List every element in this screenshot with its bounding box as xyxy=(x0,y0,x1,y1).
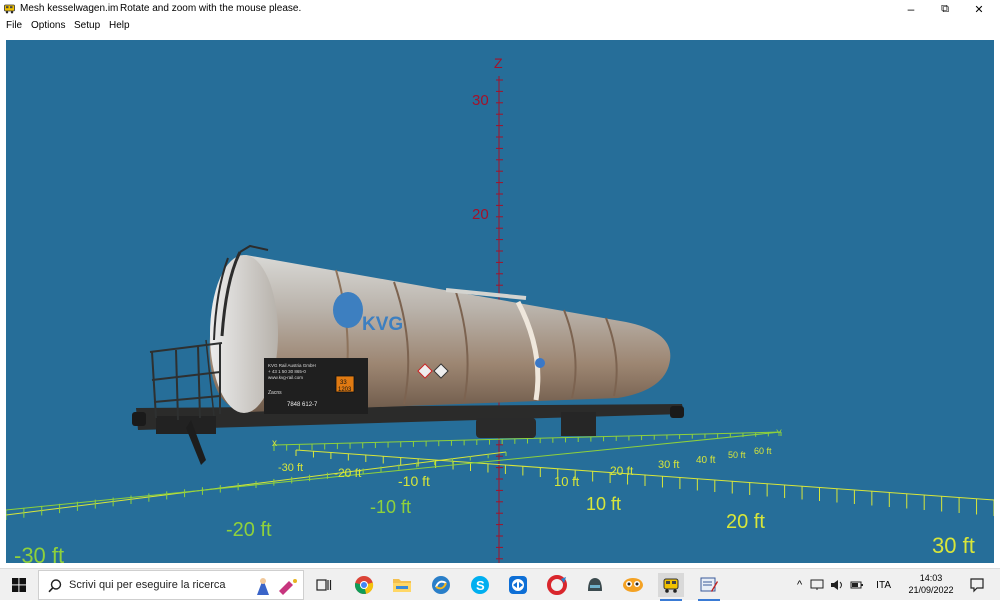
search-placeholder: Scrivi qui per eseguire la ricerca xyxy=(69,579,226,591)
close-button[interactable]: ✕ xyxy=(962,0,996,18)
menu-bar: File Options Setup Help xyxy=(0,18,1000,34)
svg-text:+ 43 1 50 30 865-0: + 43 1 50 30 865-0 xyxy=(268,369,306,374)
minimize-icon: – xyxy=(907,2,915,16)
minimize-button[interactable]: – xyxy=(894,0,928,18)
title-bar: Mesh kesselwagen.im Rotate and zoom with… xyxy=(0,0,1000,18)
taskbar-app-sync[interactable] xyxy=(428,573,454,597)
tray-expand-icon[interactable]: ^ xyxy=(797,579,802,591)
mesh-viewer-icon xyxy=(663,578,679,593)
language-indicator[interactable]: ITA xyxy=(876,580,891,591)
y-axis-label: Y xyxy=(776,428,782,438)
restore-button[interactable]: ⧉ xyxy=(928,0,962,18)
x-label-20: 20 ft xyxy=(726,511,765,533)
taskbar-app-editor[interactable] xyxy=(696,573,722,601)
task-view-icon xyxy=(316,579,332,591)
sync-app-icon xyxy=(432,576,450,594)
teamviewer-icon xyxy=(509,576,527,594)
eyes-app-icon xyxy=(623,578,643,592)
y-label-60: 60 ft xyxy=(754,446,772,456)
taskbar-app-eyes[interactable] xyxy=(620,573,646,597)
taskbar-mesh-viewer[interactable] xyxy=(658,573,684,601)
start-button[interactable] xyxy=(0,569,38,601)
x-label-10: 10 ft xyxy=(586,494,621,514)
wagon-number: 7848 612-7 xyxy=(287,402,318,408)
x-label-30: 30 ft xyxy=(932,533,975,558)
system-tray: ^ ITA xyxy=(797,569,891,601)
windows-taskbar: Scrivi qui per eseguire la ricerca S ^ I… xyxy=(0,568,1000,601)
scene-canvas: Z 30 20 x Y -30 ft -20 ft -10 ft 10 ft 2… xyxy=(6,55,994,563)
z-tick-label-20: 20 xyxy=(472,206,489,223)
restore-icon: ⧉ xyxy=(941,2,949,15)
search-box[interactable]: Scrivi qui per eseguire la ricerca xyxy=(38,570,304,600)
y-label-30: 30 ft xyxy=(658,459,679,471)
window-title-filename: Mesh kesselwagen.im xyxy=(20,3,119,14)
taskbar-teamviewer[interactable] xyxy=(505,573,531,597)
battery-icon[interactable] xyxy=(850,579,864,591)
menu-options[interactable]: Options xyxy=(31,20,65,31)
menu-setup[interactable]: Setup xyxy=(74,20,100,31)
y-label-neg10: -10 ft xyxy=(398,473,430,489)
app-icon xyxy=(4,4,15,14)
menu-file[interactable]: File xyxy=(6,20,22,31)
y-label-10: 10 ft xyxy=(554,474,580,489)
axis-labels: -30 ft -20 ft -10 ft 10 ft 20 ft 30 ft 4… xyxy=(14,446,975,563)
svg-text:33: 33 xyxy=(340,380,347,386)
y-label-neg30: -30 ft xyxy=(278,462,303,474)
helmet-app-icon xyxy=(588,578,602,591)
z-tick-label-30: 30 xyxy=(472,92,489,109)
clock[interactable]: 14:03 21/09/2022 xyxy=(898,572,964,596)
search-highlight-icon xyxy=(257,578,297,595)
taskbar-skype[interactable]: S xyxy=(467,573,493,597)
taskbar-chrome[interactable] xyxy=(351,573,377,597)
svg-text:www.kvg-rail.com: www.kvg-rail.com xyxy=(268,375,303,380)
network-icon[interactable] xyxy=(810,579,824,591)
x-axis-label: x xyxy=(272,438,277,449)
y-label-neg20: -20 ft xyxy=(334,466,362,480)
y-label-50: 50 ft xyxy=(728,450,746,460)
x-label-neg10: -10 ft xyxy=(370,497,411,517)
taskbar-ccleaner[interactable] xyxy=(544,573,570,597)
taskbar-file-explorer[interactable] xyxy=(389,573,415,597)
y-label-40: 40 ft xyxy=(696,455,716,466)
svg-text:S: S xyxy=(476,578,485,593)
x-label-neg20: -20 ft xyxy=(226,519,272,541)
folder-icon xyxy=(393,579,411,592)
notifications-button[interactable] xyxy=(964,573,990,597)
windows-logo-icon xyxy=(12,578,26,592)
svg-text:Zacns: Zacns xyxy=(268,390,282,396)
y-label-20: 20 ft xyxy=(610,464,634,478)
x-label-neg30: -30 ft xyxy=(14,543,64,563)
window-title-instruction: Rotate and zoom with the mouse please. xyxy=(120,3,302,14)
chrome-icon xyxy=(354,576,374,595)
clock-time: 14:03 xyxy=(919,573,943,583)
wagon-brand: KVG xyxy=(362,314,403,335)
ccleaner-icon xyxy=(547,575,567,595)
task-view-button[interactable] xyxy=(311,573,337,597)
skype-icon: S xyxy=(471,576,489,594)
svg-text:KVG Rail Austria GmbH: KVG Rail Austria GmbH xyxy=(268,363,316,368)
search-icon xyxy=(48,579,62,593)
svg-text:1203: 1203 xyxy=(338,387,352,393)
tank-wagon-model[interactable]: KVG KVG Rail Austria GmbH + 43 1 50 30 8… xyxy=(132,244,684,465)
notification-icon xyxy=(970,578,984,593)
z-axis-label: Z xyxy=(494,55,503,71)
volume-icon[interactable] xyxy=(830,579,844,591)
menu-help[interactable]: Help xyxy=(109,20,130,31)
kvg-logo-icon xyxy=(333,292,363,328)
editor-app-icon xyxy=(700,577,718,592)
close-icon: ✕ xyxy=(974,3,984,16)
clock-date: 21/09/2022 xyxy=(908,585,954,595)
taskbar-app-helmet[interactable] xyxy=(582,573,608,597)
3d-viewport[interactable]: Z 30 20 x Y -30 ft -20 ft -10 ft 10 ft 2… xyxy=(6,40,994,563)
